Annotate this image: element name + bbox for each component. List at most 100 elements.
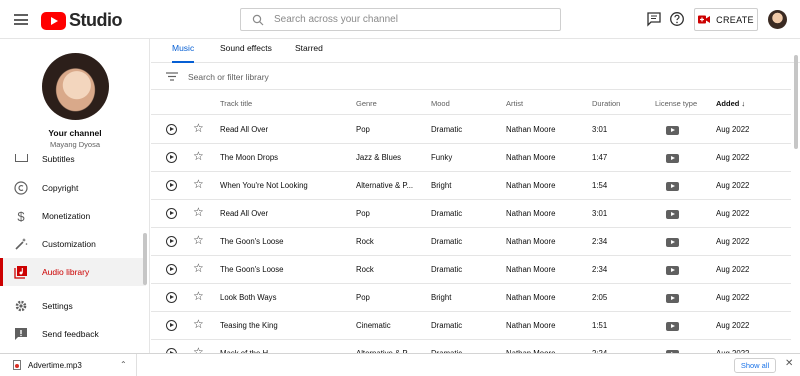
track-artist: Nathan Moore bbox=[506, 293, 556, 302]
track-artist: Nathan Moore bbox=[506, 125, 556, 134]
track-added: Aug 2022 bbox=[716, 321, 750, 330]
menu-icon[interactable] bbox=[14, 14, 28, 25]
play-icon[interactable] bbox=[166, 180, 177, 191]
tab-sound-effects[interactable]: Sound effects bbox=[220, 43, 272, 63]
channel-title: Your channel bbox=[48, 128, 102, 138]
track-genre: Rock bbox=[356, 237, 374, 246]
track-mood: Bright bbox=[431, 181, 452, 190]
tab-starred[interactable]: Starred bbox=[295, 43, 323, 63]
star-icon[interactable]: ☆ bbox=[193, 262, 204, 274]
star-icon[interactable]: ☆ bbox=[193, 318, 204, 330]
show-all-button[interactable]: Show all bbox=[734, 358, 776, 373]
table-row[interactable]: ☆ Read All Over Pop Dramatic Nathan Moore 3:0… bbox=[151, 116, 791, 144]
sidebar-item-copyright[interactable]: Copyright bbox=[0, 174, 146, 202]
channel-avatar[interactable] bbox=[42, 53, 109, 120]
table-row[interactable]: ☆ When You're Not Looking Alternative & P.… bbox=[151, 172, 791, 200]
column-artist[interactable]: Artist bbox=[506, 99, 523, 108]
close-icon[interactable]: ✕ bbox=[785, 359, 793, 369]
track-duration: 3:01 bbox=[592, 209, 608, 218]
track-artist: Nathan Moore bbox=[506, 181, 556, 190]
table-row[interactable]: ☆Mask of the H...Alternative & P...Drama… bbox=[151, 340, 791, 353]
table-row[interactable]: ☆ The Goon's Loose Rock Dramatic Nathan Moor… bbox=[151, 256, 791, 284]
create-button[interactable]: CREATE bbox=[694, 8, 758, 31]
library-filter[interactable] bbox=[151, 64, 791, 90]
download-item[interactable]: Advertime.mp3 ⌃ bbox=[0, 354, 137, 376]
track-genre: Alternative & P... bbox=[356, 181, 414, 190]
play-icon[interactable] bbox=[166, 292, 177, 303]
table-row[interactable]: ☆ The Moon Drops Jazz & Blues Funky Nathan M… bbox=[151, 144, 791, 172]
table-row[interactable]: ☆ Teasing the King Cinematic Dramatic Nathan… bbox=[151, 312, 791, 340]
star-icon[interactable]: ☆ bbox=[193, 178, 204, 190]
subtitles-icon bbox=[14, 154, 28, 164]
logo-text: Studio bbox=[69, 10, 123, 30]
track-title: Read All Over bbox=[220, 209, 269, 218]
sidebar-item-customization[interactable]: Customization bbox=[0, 230, 146, 258]
track-artist: Nathan Moore bbox=[506, 321, 556, 330]
track-title: Read All Over bbox=[220, 125, 269, 134]
magic-wand-icon bbox=[14, 237, 28, 251]
tab-music[interactable]: Music bbox=[172, 43, 195, 63]
license-youtube-icon[interactable] bbox=[666, 210, 679, 219]
play-icon[interactable] bbox=[166, 236, 177, 247]
channel-search[interactable] bbox=[240, 8, 561, 31]
main-scrollbar[interactable] bbox=[794, 55, 798, 149]
star-icon[interactable]: ☆ bbox=[193, 346, 204, 353]
star-icon[interactable]: ☆ bbox=[193, 290, 204, 302]
track-title: When You're Not Looking bbox=[220, 181, 308, 190]
license-youtube-icon[interactable] bbox=[666, 154, 679, 163]
license-youtube-icon[interactable] bbox=[666, 266, 679, 275]
table-row[interactable]: ☆ The Goon's Loose Rock Dramatic Nathan Moor… bbox=[151, 228, 791, 256]
star-icon[interactable]: ☆ bbox=[193, 150, 204, 162]
help-icon[interactable] bbox=[669, 11, 685, 27]
star-icon[interactable]: ☆ bbox=[193, 122, 204, 134]
column-duration[interactable]: Duration bbox=[592, 99, 620, 108]
table-row[interactable]: ☆ Read All Over Pop Dramatic Nathan Moore 3:0… bbox=[151, 200, 791, 228]
table-row[interactable]: ☆ Look Both Ways Pop Bright Nathan Moore 2:05… bbox=[151, 284, 791, 312]
license-youtube-icon[interactable] bbox=[666, 294, 679, 303]
sidebar-item-monetization[interactable]: $ Monetization bbox=[0, 202, 146, 230]
dollar-icon: $ bbox=[17, 208, 25, 224]
filter-icon[interactable] bbox=[166, 72, 178, 81]
track-genre: Rock bbox=[356, 265, 374, 274]
license-youtube-icon[interactable] bbox=[666, 238, 679, 247]
account-avatar[interactable] bbox=[768, 10, 787, 29]
license-youtube-icon[interactable] bbox=[666, 126, 679, 135]
play-icon[interactable] bbox=[166, 264, 177, 275]
track-title: The Goon's Loose bbox=[220, 237, 284, 246]
track-title: The Goon's Loose bbox=[220, 265, 284, 274]
play-icon[interactable] bbox=[166, 152, 177, 163]
column-license-type[interactable]: License type bbox=[655, 99, 697, 108]
track-mood: Dramatic bbox=[431, 125, 463, 134]
track-mood: Bright bbox=[431, 293, 452, 302]
studio-logo[interactable]: Studio bbox=[41, 10, 123, 31]
license-youtube-icon[interactable] bbox=[666, 322, 679, 331]
top-bar: Studio CREATE bbox=[0, 0, 800, 39]
sidebar-scrollbar[interactable] bbox=[143, 233, 147, 285]
track-title: The Moon Drops bbox=[220, 153, 279, 162]
license-youtube-icon[interactable] bbox=[666, 182, 679, 191]
play-icon[interactable] bbox=[166, 320, 177, 331]
video-camera-icon bbox=[698, 15, 711, 24]
track-duration: 2:05 bbox=[592, 293, 608, 302]
sidebar-item-settings[interactable]: Settings bbox=[0, 292, 146, 320]
track-mood: Dramatic bbox=[431, 209, 463, 218]
sidebar-item-subtitles[interactable]: Subtitles bbox=[0, 154, 146, 164]
search-input[interactable] bbox=[274, 14, 534, 25]
play-icon[interactable] bbox=[166, 124, 177, 135]
copyright-icon bbox=[14, 181, 28, 195]
column-genre[interactable]: Genre bbox=[356, 99, 377, 108]
sidebar-item-send-feedback[interactable]: Send feedback bbox=[0, 320, 146, 348]
column-mood[interactable]: Mood bbox=[431, 99, 450, 108]
star-icon[interactable]: ☆ bbox=[193, 206, 204, 218]
chevron-up-icon[interactable]: ⌃ bbox=[120, 360, 127, 369]
filter-input[interactable] bbox=[188, 71, 488, 82]
column-added[interactable]: Added ↓ bbox=[716, 99, 745, 108]
messages-icon[interactable] bbox=[646, 11, 662, 27]
play-icon[interactable] bbox=[166, 208, 177, 219]
column-track-title[interactable]: Track title bbox=[220, 99, 252, 108]
sidebar-item-audio-library[interactable]: Audio library bbox=[0, 258, 146, 286]
gear-icon bbox=[14, 299, 28, 313]
star-icon[interactable]: ☆ bbox=[193, 234, 204, 246]
sidebar-item-label: Send feedback bbox=[42, 329, 99, 339]
track-genre: Pop bbox=[356, 293, 370, 302]
